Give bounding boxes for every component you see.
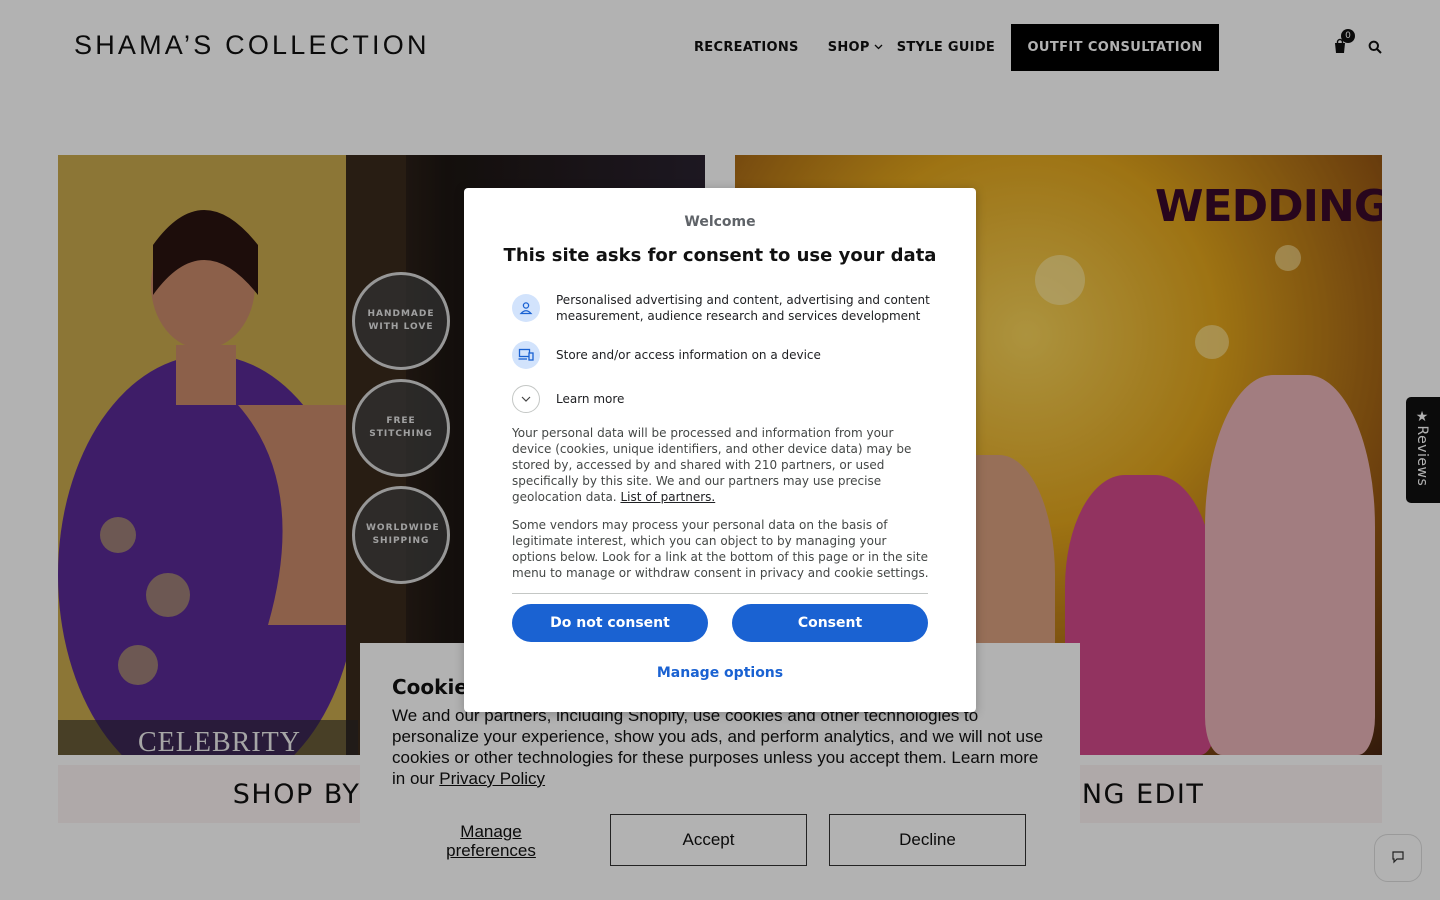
consent-dialog: Welcome This site asks for consent to us… [464,188,976,712]
purpose-text: Personalised advertising and content, ad… [556,293,930,323]
dialog-welcome: Welcome [684,214,756,230]
learn-more-toggle[interactable]: Learn more [512,385,932,413]
person-icon [512,294,540,322]
purpose-text: Store and/or access information on a dev… [556,348,821,362]
dialog-divider [512,593,928,594]
devices-icon [512,341,540,369]
list-of-partners-link[interactable]: List of partners. [620,490,715,504]
consent-button[interactable]: Consent [732,604,928,642]
manage-options-link[interactable]: Manage options [464,665,976,681]
purpose-personalised-ads: Personalised advertising and content, ad… [512,292,932,324]
consent-paragraph-vendors: Some vendors may process your personal d… [512,518,929,580]
learn-more-label[interactable]: Learn more [556,391,624,407]
do-not-consent-button[interactable]: Do not consent [512,604,708,642]
consent-paragraph-data: Your personal data will be processed and… [512,426,912,504]
purpose-store-access: Store and/or access information on a dev… [512,341,932,369]
dialog-title: This site asks for consent to use your d… [503,245,937,266]
chevron-down-icon[interactable] [512,385,540,413]
